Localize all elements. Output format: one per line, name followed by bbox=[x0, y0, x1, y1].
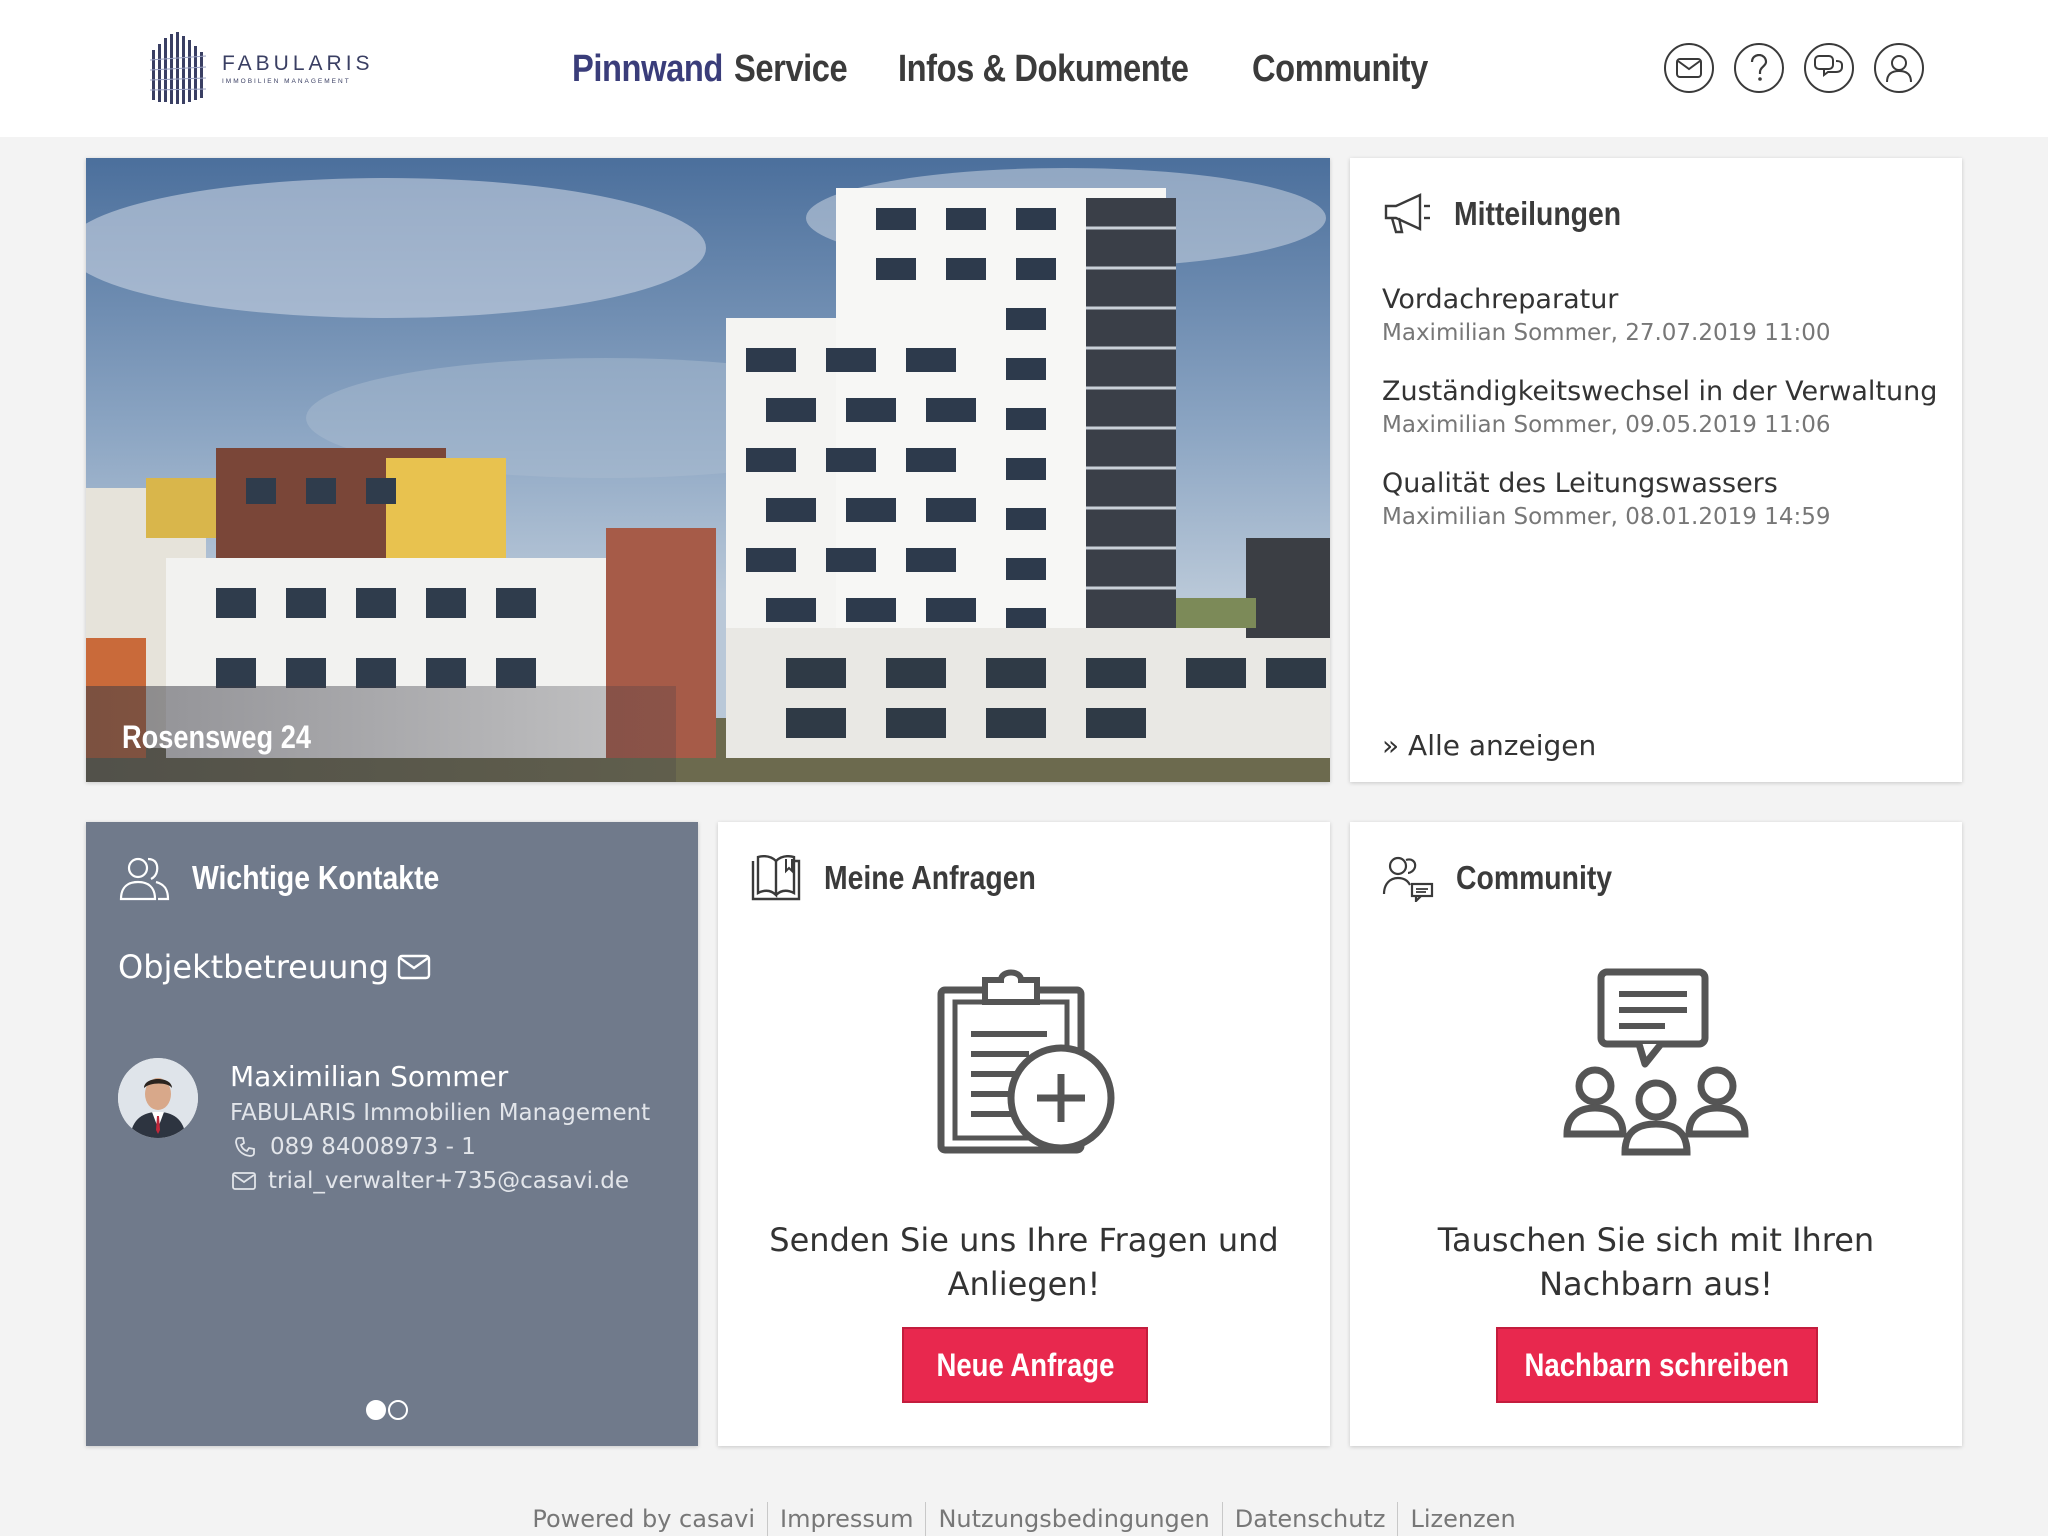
message-title: Zuständigkeitswechsel in der Verwaltung bbox=[1382, 376, 1938, 407]
contact-name: Maximilian Sommer bbox=[230, 1060, 509, 1093]
nav-label: Community bbox=[1252, 47, 1428, 90]
avatar bbox=[118, 1058, 198, 1138]
category-label: Objektbetreuung bbox=[118, 948, 389, 986]
help-icon bbox=[1750, 54, 1768, 81]
logo[interactable]: FABULARIS IMMOBILIEN MANAGEMENT bbox=[148, 28, 378, 108]
footer-link-datenschutz[interactable]: Datenschutz bbox=[1221, 1502, 1398, 1536]
contact-email-value: trial_verwalter+735@casavi.de bbox=[268, 1168, 630, 1194]
header-actions bbox=[1664, 43, 1944, 93]
property-title: Rosensweg 24 bbox=[122, 719, 311, 755]
nav-item-infos-dokumente[interactable]: Infos & Dokumente bbox=[898, 48, 1252, 91]
carousel-dot[interactable] bbox=[366, 1400, 386, 1420]
message-meta: Maximilian Sommer, 27.07.2019 11:00 bbox=[1382, 320, 1831, 346]
community-text: Tauschen Sie sich mit Ihren Nachbarn aus… bbox=[1437, 1221, 1875, 1303]
mail-icon bbox=[397, 954, 431, 980]
mail-icon bbox=[1676, 58, 1702, 78]
user-icon bbox=[1886, 55, 1912, 83]
mitteilungen-header: Mitteilungen bbox=[1382, 186, 1648, 242]
show-all-link[interactable]: » Alle anzeigen bbox=[1382, 729, 1596, 762]
message-item[interactable]: Qualität des Leitungswassers Maximilian … bbox=[1382, 466, 1942, 532]
help-button[interactable] bbox=[1734, 43, 1784, 93]
contacts-icon bbox=[119, 857, 170, 901]
kontakte-header: Wichtige Kontakte bbox=[118, 850, 480, 906]
message-item[interactable]: Vordachreparatur Maximilian Sommer, 27.0… bbox=[1382, 282, 1942, 348]
message-meta: Maximilian Sommer, 08.01.2019 14:59 bbox=[1382, 504, 1831, 530]
contact-info: Maximilian Sommer FABULARIS Immobilien M… bbox=[230, 1058, 650, 1198]
nav-label: Infos & Dokumente bbox=[898, 47, 1189, 90]
community-chat-icon bbox=[1382, 856, 1434, 902]
contact-company: FABULARIS Immobilien Management bbox=[230, 1100, 651, 1126]
nav-label: Pinnwand bbox=[572, 47, 723, 90]
message-meta: Maximilian Sommer, 09.05.2019 11:06 bbox=[1382, 412, 1831, 438]
nav-item-community[interactable]: Community bbox=[1252, 48, 1442, 91]
group-discussion-icon bbox=[1350, 968, 1962, 1158]
footer-link-nutzungsbedingungen[interactable]: Nutzungsbedingungen bbox=[925, 1502, 1221, 1536]
header: FABULARIS IMMOBILIEN MANAGEMENT Pinnwand… bbox=[0, 0, 2048, 137]
carousel-dot[interactable] bbox=[388, 1400, 408, 1420]
write-neighbors-button[interactable]: Nachbarn schreiben bbox=[1496, 1327, 1818, 1403]
contact-person: Maximilian Sommer FABULARIS Immobilien M… bbox=[118, 1058, 650, 1198]
new-request-button[interactable]: Neue Anfrage bbox=[902, 1327, 1148, 1403]
show-all-label: Alle anzeigen bbox=[1408, 729, 1597, 762]
mail-icon bbox=[232, 1172, 256, 1190]
logo-name: FABULARIS bbox=[222, 51, 374, 75]
contact-email[interactable]: trial_verwalter+735@casavi.de bbox=[230, 1164, 650, 1198]
message-title: Qualität des Leitungswassers bbox=[1382, 468, 1778, 499]
double-chevron-right-icon: » bbox=[1382, 729, 1400, 762]
book-icon bbox=[751, 855, 801, 901]
footer-link-casavi[interactable]: Powered by casavi bbox=[520, 1502, 767, 1536]
message-title: Vordachreparatur bbox=[1382, 284, 1619, 315]
kontakte-card: Wichtige Kontakte Objektbetreuung Maximi… bbox=[86, 822, 698, 1446]
community-header: Community bbox=[1382, 850, 1638, 906]
message-list: Vordachreparatur Maximilian Sommer, 27.0… bbox=[1382, 282, 1942, 558]
contact-phone[interactable]: 089 84008973 - 1 bbox=[230, 1130, 650, 1164]
nav-label: Service bbox=[734, 47, 848, 90]
nav-item-pinnwand[interactable]: Pinnwand bbox=[572, 48, 734, 91]
anfragen-text: Senden Sie uns Ihre Fragen und Anliegen! bbox=[769, 1221, 1279, 1303]
contact-phone-value: 089 84008973 - 1 bbox=[270, 1134, 476, 1160]
message-item[interactable]: Zuständigkeitswechsel in der Verwaltung … bbox=[1382, 374, 1942, 440]
community-card: Community Tauschen Sie sich mit Ihren Na… bbox=[1350, 822, 1962, 1446]
logo-building-icon bbox=[149, 32, 207, 104]
anfragen-title: Meine Anfragen bbox=[824, 859, 1036, 896]
mail-button[interactable] bbox=[1664, 43, 1714, 93]
anfragen-card: Meine Anfragen Senden Sie uns Ihre Frage… bbox=[718, 822, 1330, 1446]
write-neighbors-label: Nachbarn schreiben bbox=[1524, 1346, 1790, 1383]
nav-item-service[interactable]: Service bbox=[734, 48, 898, 91]
main-nav: Pinnwand Service Infos & Dokumente Commu… bbox=[572, 44, 1442, 94]
chat-button[interactable] bbox=[1804, 43, 1854, 93]
logo-subtitle: IMMOBILIEN MANAGEMENT bbox=[222, 77, 351, 85]
new-request-label: Neue Anfrage bbox=[936, 1346, 1114, 1383]
footer: Powered by casavi Impressum Nutzungsbedi… bbox=[0, 1502, 2048, 1536]
clipboard-plus-icon bbox=[718, 968, 1330, 1158]
anfragen-header: Meine Anfragen bbox=[750, 850, 1070, 906]
phone-icon bbox=[235, 1137, 255, 1157]
profile-button[interactable] bbox=[1874, 43, 1924, 93]
footer-link-impressum[interactable]: Impressum bbox=[767, 1502, 925, 1536]
hero-image: Rosensweg 24 bbox=[86, 158, 1330, 782]
footer-link-lizenzen[interactable]: Lizenzen bbox=[1397, 1502, 1527, 1536]
contact-category[interactable]: Objektbetreuung bbox=[118, 948, 431, 986]
carousel-pagination bbox=[366, 1400, 410, 1420]
megaphone-icon bbox=[1384, 193, 1430, 234]
kontakte-title: Wichtige Kontakte bbox=[192, 859, 440, 896]
chat-icon bbox=[1814, 55, 1843, 77]
community-title: Community bbox=[1456, 859, 1613, 896]
mitteilungen-title: Mitteilungen bbox=[1454, 195, 1622, 232]
mitteilungen-card: Mitteilungen Vordachreparatur Maximilian… bbox=[1350, 158, 1962, 782]
